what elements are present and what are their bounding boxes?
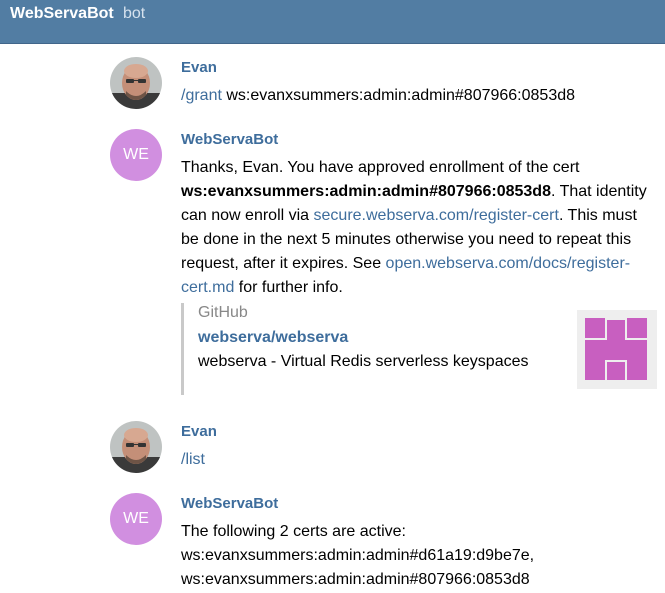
link-preview: GitHub webserva/webserva webserva - Virt…: [181, 303, 660, 395]
text-segment: Thanks, Evan. You have approved enrollme…: [181, 159, 580, 176]
command-link[interactable]: /grant: [181, 87, 222, 104]
preview-thumbnail: [577, 310, 657, 389]
message-author[interactable]: Evan: [181, 423, 217, 440]
message-author[interactable]: WebServaBot: [181, 131, 278, 148]
cert-line: ws:evanxsummers:admin:admin#d61a19:d9be7…: [181, 547, 535, 564]
command-link[interactable]: /list: [181, 451, 205, 468]
message-text: The following 2 certs are active: ws:eva…: [181, 520, 659, 592]
chat-header: WebServaBot bot: [0, 0, 665, 43]
user-avatar[interactable]: [110, 57, 162, 109]
preview-description: webserva - Virtual Redis serverless keys…: [198, 353, 529, 370]
cert-line: ws:evanxsummers:admin:admin#807966:0853d…: [181, 571, 530, 588]
command-argument: ws:evanxsummers:admin:admin#807966:0853d…: [221, 87, 576, 104]
message-text: Thanks, Evan. You have approved enrollme…: [181, 156, 659, 300]
message-text: /grant ws:evanxsummers:admin:admin#80796…: [181, 84, 659, 108]
bot-avatar[interactable]: WE: [110, 493, 162, 545]
message-text: /list: [181, 448, 659, 472]
identicon-icon[interactable]: [577, 310, 657, 389]
register-cert-link[interactable]: secure.webserva.com/register-cert: [314, 207, 559, 224]
user-photo-icon: [110, 57, 162, 109]
preview-site-name: GitHub: [198, 304, 248, 321]
message-author[interactable]: WebServaBot: [181, 495, 278, 512]
bot-avatar[interactable]: WE: [110, 129, 162, 181]
cert-identity: ws:evanxsummers:admin:admin#807966:0853d…: [181, 183, 551, 200]
user-avatar[interactable]: [110, 421, 162, 473]
user-photo-icon: [110, 421, 162, 473]
bot-badge: bot: [123, 5, 146, 22]
text-segment: for further info.: [234, 279, 343, 296]
preview-title-link[interactable]: webserva/webserva: [198, 329, 348, 347]
chat-title[interactable]: WebServaBot: [10, 5, 114, 23]
message-author[interactable]: Evan: [181, 59, 217, 76]
message-line: The following 2 certs are active:: [181, 523, 406, 540]
